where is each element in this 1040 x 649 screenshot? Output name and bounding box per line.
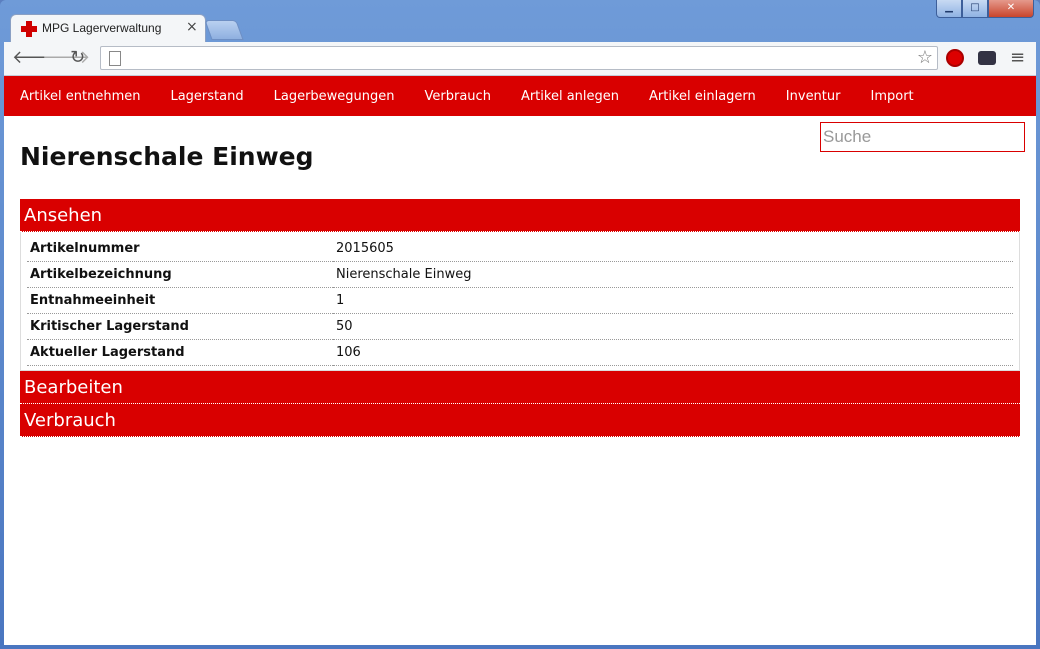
reload-icon[interactable]: ↻ xyxy=(70,48,85,68)
page-viewport: Artikel entnehmen Lagerstand Lagerbewegu… xyxy=(4,76,1036,645)
close-window-button[interactable]: ✕ xyxy=(988,0,1034,18)
bookmark-star-icon[interactable]: ☆ xyxy=(917,47,933,68)
tab-mpg-lagerverwaltung[interactable]: MPG Lagerverwaltung × xyxy=(10,14,206,42)
menu-item-artikel-entnehmen[interactable]: Artikel entnehmen xyxy=(20,89,140,104)
menu-item-import[interactable]: Import xyxy=(870,89,913,104)
tab-strip: MPG Lagerverwaltung × ▁ □ ✕ xyxy=(0,0,1040,42)
table-row: Kritischer Lagerstand 50 xyxy=(27,313,1013,340)
detail-key: Kritischer Lagerstand xyxy=(27,313,333,340)
red-cross-icon xyxy=(21,21,37,37)
browser-window: MPG Lagerverwaltung × ▁ □ ✕ 🡐 🡒 ↻ ☆ ≡ Ar… xyxy=(0,0,1040,649)
article-details-table: Artikelnummer 2015605 Artikelbezeichnung… xyxy=(27,236,1013,366)
detail-key: Aktueller Lagerstand xyxy=(27,339,333,366)
detail-key: Entnahmeeinheit xyxy=(27,287,333,314)
page-icon xyxy=(109,51,121,66)
menu-item-artikel-einlagern[interactable]: Artikel einlagern xyxy=(649,89,756,104)
search-input[interactable] xyxy=(820,122,1025,152)
menu-item-inventur[interactable]: Inventur xyxy=(786,89,841,104)
address-bar[interactable]: ☆ xyxy=(100,46,938,70)
menu-icon[interactable]: ≡ xyxy=(1010,48,1025,68)
edit-panel-header[interactable]: Bearbeiten xyxy=(20,371,1020,404)
table-row: Entnahmeeinheit 1 xyxy=(27,287,1013,314)
detail-key: Artikelnummer xyxy=(27,236,333,262)
page-title: Nierenschale Einweg xyxy=(20,142,314,171)
detail-key: Artikelbezeichnung xyxy=(27,261,333,288)
detail-value: 106 xyxy=(333,339,1013,366)
view-panel: Ansehen Artikelnummer 2015605 Artikelbez… xyxy=(20,199,1020,437)
view-panel-header[interactable]: Ansehen xyxy=(20,199,1020,232)
detail-value: Nierenschale Einweg xyxy=(333,261,1013,288)
menu-item-lagerstand[interactable]: Lagerstand xyxy=(170,89,243,104)
browser-toolbar: 🡐 🡒 ↻ ☆ ≡ xyxy=(4,42,1036,76)
table-row: Artikelbezeichnung Nierenschale Einweg xyxy=(27,261,1013,288)
tab-title: MPG Lagerverwaltung xyxy=(42,21,162,35)
main-menu: Artikel entnehmen Lagerstand Lagerbewegu… xyxy=(4,76,1036,116)
window-controls: ▁ □ ✕ xyxy=(936,0,1034,18)
detail-value: 2015605 xyxy=(333,236,1013,262)
minimize-button[interactable]: ▁ xyxy=(936,0,962,18)
camera-extension-icon[interactable] xyxy=(978,51,996,65)
tab-close-icon[interactable]: × xyxy=(186,19,198,35)
adblock-icon[interactable] xyxy=(946,49,964,67)
menu-item-verbrauch[interactable]: Verbrauch xyxy=(425,89,491,104)
new-tab-button[interactable] xyxy=(204,20,244,40)
menu-item-lagerbewegungen[interactable]: Lagerbewegungen xyxy=(274,89,395,104)
table-row: Aktueller Lagerstand 106 xyxy=(27,339,1013,366)
detail-value: 1 xyxy=(333,287,1013,314)
detail-value: 50 xyxy=(333,313,1013,340)
maximize-button[interactable]: □ xyxy=(962,0,988,18)
menu-item-artikel-anlegen[interactable]: Artikel anlegen xyxy=(521,89,619,104)
usage-panel-header[interactable]: Verbrauch xyxy=(20,404,1020,437)
table-row: Artikelnummer 2015605 xyxy=(27,236,1013,262)
view-panel-body: Artikelnummer 2015605 Artikelbezeichnung… xyxy=(20,232,1020,371)
